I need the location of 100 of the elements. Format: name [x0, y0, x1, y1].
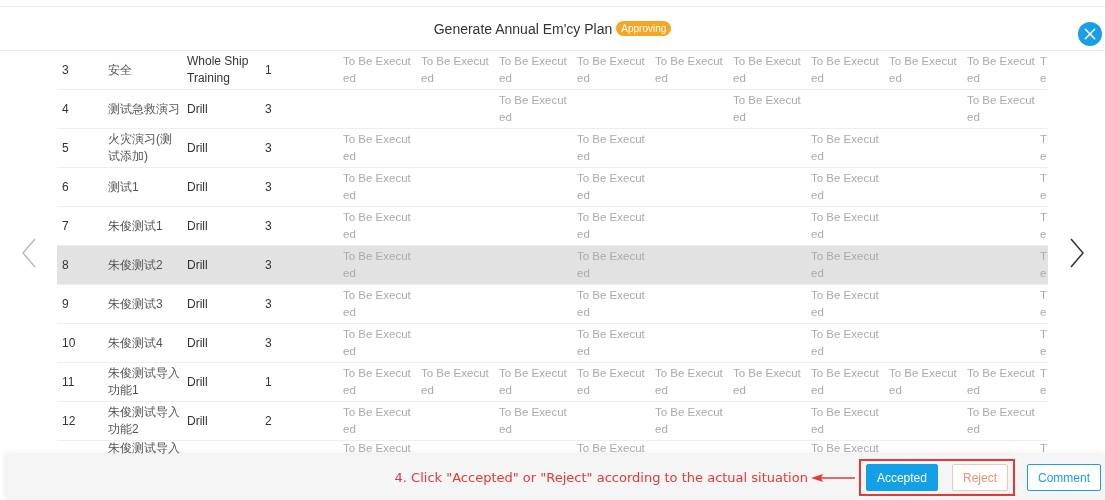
table-cell: Drill [187, 335, 208, 350]
table-cell: Whole Ship Training [187, 54, 249, 85]
table-cell: To Be Executed [811, 55, 879, 84]
table-cell: 朱俊测试3 [108, 296, 163, 311]
table-cell: To Be Executed [577, 211, 645, 240]
table-row[interactable]: 5 火灾演习(测试添加) Drill 3 To Be Executed To Be Executed To Be Executed Te [57, 129, 1048, 168]
table-cell: 8 [62, 257, 69, 272]
table-cell: To Be Executed [733, 367, 801, 396]
table-cell: To Be Executed [499, 367, 567, 396]
table-cell: Drill [187, 374, 208, 389]
table-cell: Te [1040, 289, 1048, 318]
table-cell: To Be Executed [811, 172, 879, 201]
table-cell: To Be Executed [343, 211, 411, 240]
table-cell: To Be Executed [811, 328, 879, 357]
table-cell: 1 [265, 62, 272, 77]
table-cell: To Be Executed [343, 328, 411, 357]
table-cell: 朱俊测试1 [108, 218, 163, 233]
table-cell: To Be Executed [967, 367, 1035, 396]
table-cell: To Be Executed [655, 55, 723, 84]
table-cell: 朱俊测试导入 [108, 441, 180, 455]
table-cell: 3 [265, 296, 272, 311]
table-cell: To Be Executed [577, 55, 645, 84]
table-cell: Te [1040, 133, 1048, 162]
table-cell: 5 [62, 140, 69, 155]
table-cell: 朱俊测试2 [108, 257, 163, 272]
table-cell: To Be Executed [733, 55, 801, 84]
table-cell: Drill [187, 413, 208, 428]
table-cell: To Be Executed [655, 406, 723, 435]
table-cell: To Be Executed [421, 55, 489, 84]
table-cell: 7 [62, 218, 69, 233]
table-cell: To Be Executed [343, 172, 411, 201]
table-cell: Drill [187, 101, 208, 116]
table-cell: Drill [187, 218, 208, 233]
table-cell: To Be Executed [577, 289, 645, 318]
status-badge: Approving [616, 21, 672, 36]
table-cell: To Be Executed [967, 406, 1035, 435]
table-cell: To Be Executed [967, 94, 1035, 123]
table-cell: Te [1040, 328, 1048, 357]
table-cell: 6 [62, 179, 69, 194]
table-cell: 朱俊测试导入功能2 [108, 405, 180, 436]
table-cell: To Be Executed [811, 250, 879, 279]
table-cell: 4 [62, 101, 69, 116]
table-cell: To Be Executed [343, 367, 411, 396]
table-cell: To Be Executed [343, 406, 411, 435]
table-cell: To Be Execut [811, 442, 879, 454]
table-cell: To Be Executed [499, 55, 567, 84]
table-cell: 3 [265, 140, 272, 155]
table-cell: 3 [265, 218, 272, 233]
table-cell: 3 [265, 335, 272, 350]
table-cell: 3 [265, 257, 272, 272]
close-icon [1083, 26, 1097, 41]
table-cell: 9 [62, 296, 69, 311]
table-cell: 3 [265, 179, 272, 194]
table-cell: 12 [62, 413, 76, 428]
table-cell: 11 [62, 374, 75, 389]
table-cell: To Be Executed [577, 133, 645, 162]
table-cell: 3 [265, 101, 272, 116]
table-cell: 朱俊测试导入功能1 [108, 366, 180, 397]
table-cell: 安全 [108, 62, 132, 77]
table-cell: To Be Executed [811, 211, 879, 240]
table-cell: Te [1040, 367, 1048, 396]
annotation-text: 4. Click "Accepted" or "Reject" according to the actual situation [394, 470, 808, 485]
table-cell: To Be Execut [577, 442, 645, 454]
table-cell: To Be Executed [811, 133, 879, 162]
table-cell: 10 [62, 335, 76, 350]
table-cell: To Be Executed [343, 250, 411, 279]
table-cell: Drill [187, 296, 208, 311]
table-cell: To Be Executed [499, 94, 567, 123]
table-cell: Te [1040, 172, 1048, 201]
table-cell: Te [1040, 55, 1048, 84]
table-cell: To Be Executed [343, 289, 411, 318]
table-cell: To Be Executed [655, 367, 723, 396]
table-cell: To Be Executed [577, 328, 645, 357]
table-cell: 测试1 [108, 179, 139, 194]
close-button[interactable] [1078, 21, 1102, 46]
table-cell: To Be Executed [889, 55, 957, 84]
table-cell: T [1040, 442, 1048, 454]
table-cell: Drill [187, 179, 208, 194]
table-cell: 测试急救演习 [108, 101, 180, 116]
table-cell: Drill [187, 257, 208, 272]
table-cell: 3 [62, 62, 69, 77]
table-cell: Te [1040, 211, 1048, 240]
table-cell: To Be Executed [889, 367, 957, 396]
table-cell: To Be Execut [343, 442, 411, 454]
table-cell: To Be Executed [577, 172, 645, 201]
annotation-arrow-icon [810, 472, 855, 483]
table-cell: To Be Executed [499, 406, 567, 435]
table-cell: Drill [187, 140, 208, 155]
dialog-title: Generate Annual Em'cy Plan [433, 20, 613, 37]
table-cell: To Be Executed [577, 250, 645, 279]
table-cell: To Be Executed [811, 406, 879, 435]
table-cell: To Be Executed [343, 133, 411, 162]
table-cell: To Be Executed [343, 55, 411, 84]
table-cell: 2 [265, 413, 272, 428]
table-cell: To Be Executed [577, 367, 645, 396]
table-cell: To Be Executed [733, 94, 801, 123]
table-cell: To Be Executed [811, 289, 879, 318]
table-cell: 朱俊测试4 [108, 335, 163, 350]
table-cell: To Be Executed [811, 367, 879, 396]
table-cell: To Be Executed [967, 55, 1035, 84]
